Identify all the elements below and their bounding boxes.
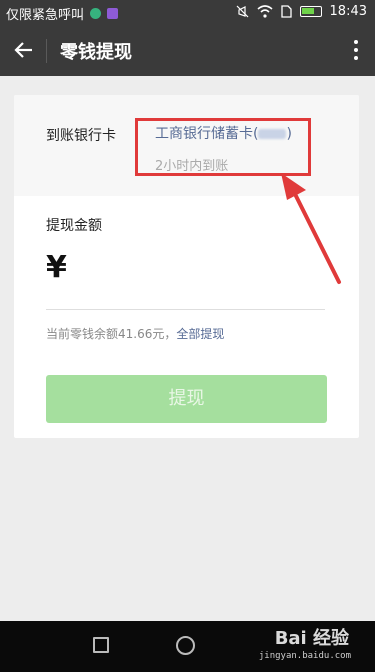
amount-input-underline[interactable]	[46, 309, 325, 310]
clock-text: 18:43	[329, 4, 367, 19]
currency-symbol: ¥	[46, 250, 67, 285]
wifi-icon	[257, 5, 273, 18]
watermark-logo: Bai 经验	[274, 628, 349, 649]
withdraw-all-link[interactable]: 全部提现	[176, 327, 224, 341]
highlight-box	[135, 118, 311, 176]
sim-icon	[280, 5, 292, 18]
bank-card-label: 到账银行卡	[46, 128, 116, 144]
withdraw-card: 到账银行卡 工商银行储蓄卡() 2小时内到账 提现金额 ¥ 当前零钱余额41.6…	[14, 95, 359, 438]
withdraw-button[interactable]: 提现	[46, 375, 327, 423]
back-arrow-icon[interactable]	[12, 38, 36, 62]
page-title: 零钱提现	[60, 42, 132, 63]
appbar-divider	[46, 39, 47, 63]
balance-text: 当前零钱余额41.66元，全部提现	[46, 325, 224, 342]
carrier-text: 仅限紧急呼叫	[6, 8, 85, 23]
more-menu-icon[interactable]	[353, 38, 359, 64]
balance-prefix: 当前零钱余额41.66元，	[46, 327, 177, 341]
battery-icon	[299, 6, 322, 17]
watermark-url: jingyan.baidu.com	[258, 651, 351, 661]
app-purple-icon	[107, 8, 119, 19]
app-bar: 零钱提现	[0, 26, 375, 76]
mute-icon	[236, 5, 248, 18]
recents-button[interactable]	[93, 637, 109, 653]
app-green-icon	[90, 8, 102, 19]
bank-card-row[interactable]: 到账银行卡 工商银行储蓄卡() 2小时内到账	[14, 95, 359, 196]
status-bar: 仅限紧急呼叫 18:43	[0, 0, 375, 26]
system-nav-bar: Bai 经验 jingyan.baidu.com	[0, 621, 375, 672]
amount-label: 提现金额	[46, 218, 102, 234]
home-button[interactable]	[176, 636, 195, 655]
